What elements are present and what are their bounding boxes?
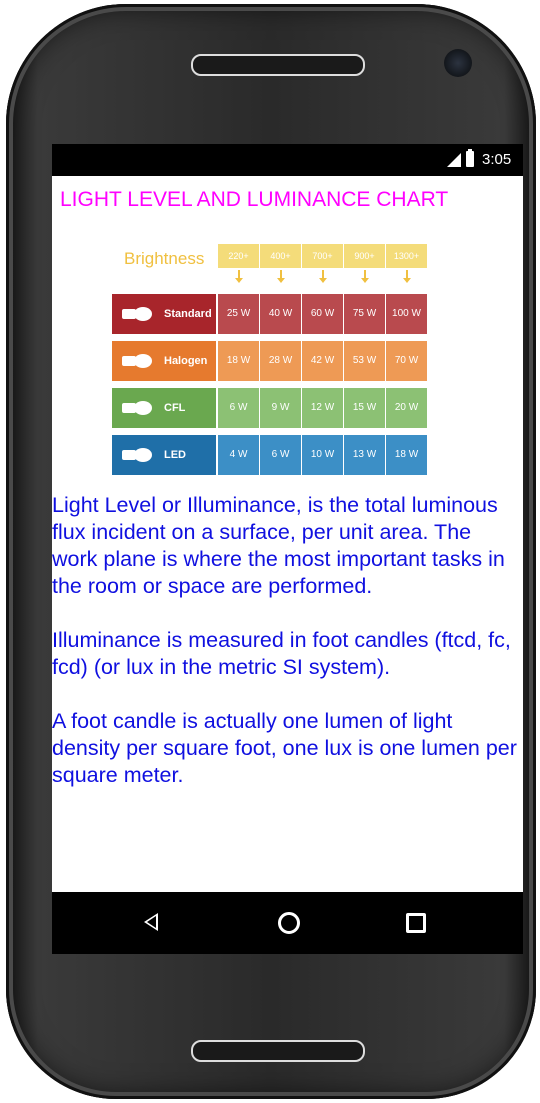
phone-frame: 3:05 LIGHT LEVEL AND LUMINANCE CHART Bri… [6,4,536,1099]
wattage-cell: 4 W [218,435,259,475]
bulb-icon [122,307,154,321]
luminance-chart: Brightness 220+ 400+ 700+ 900+ 1300+ Standard… [112,239,452,484]
wattage-cell: 13 W [344,435,385,475]
battery-icon [466,149,474,167]
wattage-cell: 6 W [260,435,301,475]
brightness-label: Brightness [124,249,205,268]
front-camera [444,49,472,77]
brightness-level-cell: 900+ [344,244,385,268]
wattage-cell: 10 W [302,435,343,475]
chart-row: LED 4 W6 W 10 W 13 W 18 W [112,435,452,475]
recents-icon[interactable] [406,913,426,933]
earpiece-speaker [191,54,365,76]
wattage-cell: 60 W [302,294,343,334]
down-arrow-icon [360,270,369,283]
bulb-icon [122,354,154,368]
chart-row: Standard 25 W 40 W 60 W 75 W 100 W [112,294,452,334]
wattage-cell: 40 W [260,294,301,334]
description: Light Level or Illuminance, is the total… [52,492,518,816]
row-name: Halogen [164,355,208,367]
brightness-level-cell: 400+ [260,244,301,268]
home-icon[interactable] [278,912,300,934]
bottom-speaker [191,1040,365,1062]
page-title: LIGHT LEVEL AND LUMINANCE CHART [60,188,449,211]
wattage-cell: 20 W [386,388,427,428]
row-name: Standard [164,308,212,320]
wattage-cell: 42 W [302,341,343,381]
row-name: LED [164,449,186,461]
back-icon[interactable] [144,913,158,931]
row-label: LED [112,435,216,475]
wattage-cell: 75 W [344,294,385,334]
wattage-cell: 25 W [218,294,259,334]
chart-row: CFL 6 W9 W 12 W 15 W 20 W [112,388,452,428]
down-arrow-icon [402,270,411,283]
screen: 3:05 LIGHT LEVEL AND LUMINANCE CHART Bri… [52,144,523,954]
signal-icon [447,153,461,167]
bulb-icon [122,401,154,415]
down-arrow-icon [234,270,243,283]
wattage-cell: 28 W [260,341,301,381]
wattage-cell: 18 W [386,435,427,475]
row-label: CFL [112,388,216,428]
navigation-bar [52,892,523,954]
wattage-cell: 18 W [218,341,259,381]
wattage-cell: 6 W [218,388,259,428]
brightness-level-cell: 1300+ [386,244,427,268]
chart-row: Halogen 18 W 28 W 42 W 53 W 70 W [112,341,452,381]
status-time: 3:05 [482,151,512,168]
row-label: Halogen [112,341,216,381]
wattage-cell: 53 W [344,341,385,381]
wattage-cell: 70 W [386,341,427,381]
status-bar: 3:05 [52,144,523,176]
description-paragraph-1: Light Level or Illuminance, is the total… [52,493,505,598]
brightness-level-cell: 700+ [302,244,343,268]
wattage-cell: 9 W [260,388,301,428]
brightness-level-cell: 220+ [218,244,259,268]
description-paragraph-2: Illuminance is measured in foot candles … [52,628,511,679]
row-name: CFL [164,402,186,414]
down-arrow-icon [318,270,327,283]
wattage-cell: 100 W [386,294,427,334]
wattage-cell: 15 W [344,388,385,428]
down-arrow-icon [276,270,285,283]
wattage-cell: 12 W [302,388,343,428]
description-paragraph-3: A foot candle is actually one lumen of l… [52,709,517,787]
row-label: Standard [112,294,216,334]
bulb-icon [122,448,154,462]
